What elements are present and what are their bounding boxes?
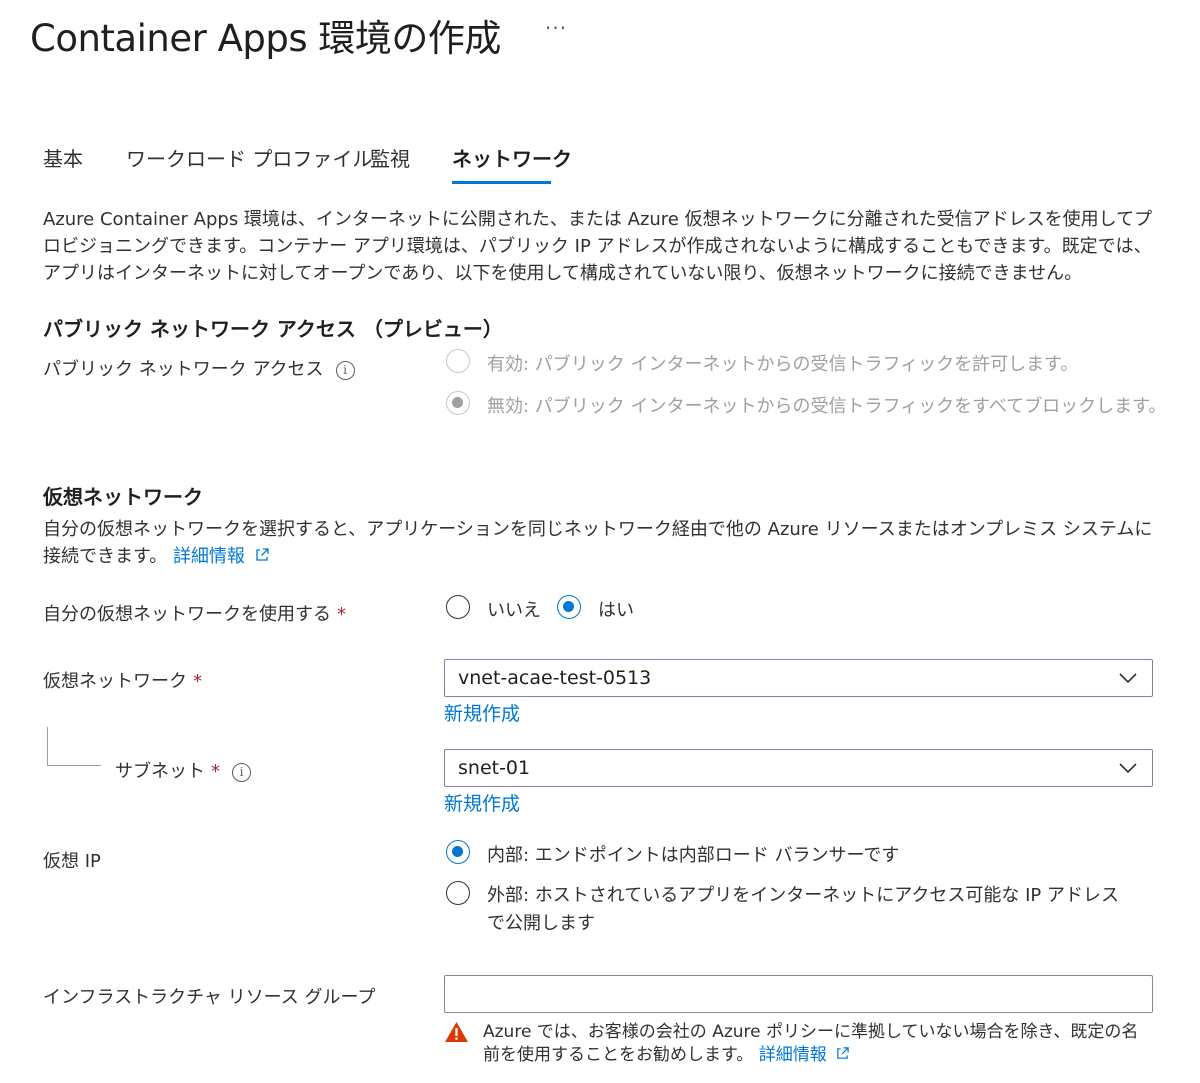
chevron-down-icon bbox=[1119, 673, 1137, 684]
tree-connector-horizontal bbox=[47, 765, 101, 766]
virtual-ip-external-radio[interactable] bbox=[446, 881, 470, 905]
warning-icon bbox=[445, 1022, 468, 1042]
info-icon[interactable]: i bbox=[232, 763, 251, 782]
subnet-dropdown[interactable]: snet-01 bbox=[444, 749, 1153, 787]
subnet-label: サブネット * i bbox=[115, 757, 251, 783]
tab-basics[interactable]: 基本 bbox=[43, 143, 83, 172]
external-link-icon bbox=[256, 548, 269, 561]
public-access-enabled-label: 有効: パブリック インターネットからの受信トラフィックを許可します。 bbox=[487, 354, 1079, 375]
active-tab-indicator bbox=[452, 181, 551, 184]
required-marker: * bbox=[211, 761, 220, 782]
required-marker: * bbox=[193, 671, 202, 692]
info-icon[interactable]: i bbox=[335, 361, 355, 380]
tab-workload-profiles[interactable]: ワークロード プロファイル bbox=[126, 143, 372, 172]
create-new-vnet-link[interactable]: 新規作成 bbox=[444, 699, 520, 726]
intro-description: Azure Container Apps 環境は、インターネットに公開された、ま… bbox=[43, 209, 1153, 284]
create-new-subnet-link[interactable]: 新規作成 bbox=[444, 789, 520, 816]
own-vnet-label-text: 自分の仮想ネットワークを使用する bbox=[43, 604, 331, 625]
public-access-label-text: パブリック ネットワーク アクセス bbox=[43, 359, 324, 380]
learn-more-link[interactable]: 詳細情報 bbox=[173, 546, 270, 567]
tab-networking[interactable]: ネットワーク bbox=[452, 143, 572, 172]
public-access-disabled-label: 無効: パブリック インターネットからの受信トラフィックをすべてブロックします。 bbox=[487, 396, 1167, 417]
more-options-button[interactable]: ··· bbox=[545, 16, 567, 40]
vnet-label: 仮想ネットワーク * bbox=[43, 667, 202, 693]
subnet-label-text: サブネット bbox=[115, 761, 205, 782]
virtual-ip-label: 仮想 IP bbox=[43, 851, 101, 872]
tab-monitoring[interactable]: 監視 bbox=[370, 143, 410, 172]
own-vnet-no-label[interactable]: いいえ bbox=[487, 596, 541, 622]
public-access-disabled-radio bbox=[446, 391, 470, 415]
own-vnet-yes-radio[interactable] bbox=[557, 595, 581, 619]
vnet-section-heading: 仮想ネットワーク bbox=[43, 485, 203, 509]
learn-more-link[interactable]: 詳細情報 bbox=[759, 1045, 850, 1065]
chevron-down-icon bbox=[1119, 763, 1137, 774]
public-access-heading: パブリック ネットワーク アクセス （プレビュー） bbox=[43, 317, 503, 341]
vnet-dropdown[interactable]: vnet-acae-test-0513 bbox=[444, 659, 1153, 697]
vnet-label-text: 仮想ネットワーク bbox=[43, 671, 187, 692]
public-access-enabled-radio bbox=[446, 349, 470, 373]
tree-connector-vertical bbox=[47, 727, 48, 765]
vnet-dropdown-value: vnet-acae-test-0513 bbox=[458, 667, 652, 689]
virtual-ip-internal-radio[interactable] bbox=[446, 840, 470, 864]
own-vnet-no-radio[interactable] bbox=[446, 595, 470, 619]
public-access-label: パブリック ネットワーク アクセス i bbox=[43, 355, 355, 381]
virtual-ip-internal-label[interactable]: 内部: エンドポイントは内部ロード バランサーです bbox=[487, 841, 899, 867]
infra-rg-input[interactable] bbox=[444, 975, 1153, 1013]
own-vnet-label: 自分の仮想ネットワークを使用する * bbox=[43, 600, 346, 626]
page-title: Container Apps 環境の作成 bbox=[30, 17, 501, 60]
infra-rg-label: インフラストラクチャ リソース グループ bbox=[43, 987, 376, 1008]
subnet-dropdown-value: snet-01 bbox=[458, 757, 531, 779]
infra-rg-warning: Azure では、お客様の会社の Azure ポリシーに準拠していない場合を除き… bbox=[483, 1021, 1143, 1067]
own-vnet-yes-label[interactable]: はい bbox=[598, 596, 634, 622]
required-marker: * bbox=[337, 604, 346, 625]
virtual-ip-external-label[interactable]: 外部: ホストされているアプリをインターネットにアクセス可能な IP アドレスで… bbox=[487, 882, 1127, 938]
external-link-icon bbox=[837, 1047, 849, 1059]
vnet-section-description: 自分の仮想ネットワークを選択すると、アプリケーションを同じネットワーク経由で他の… bbox=[43, 516, 1153, 570]
